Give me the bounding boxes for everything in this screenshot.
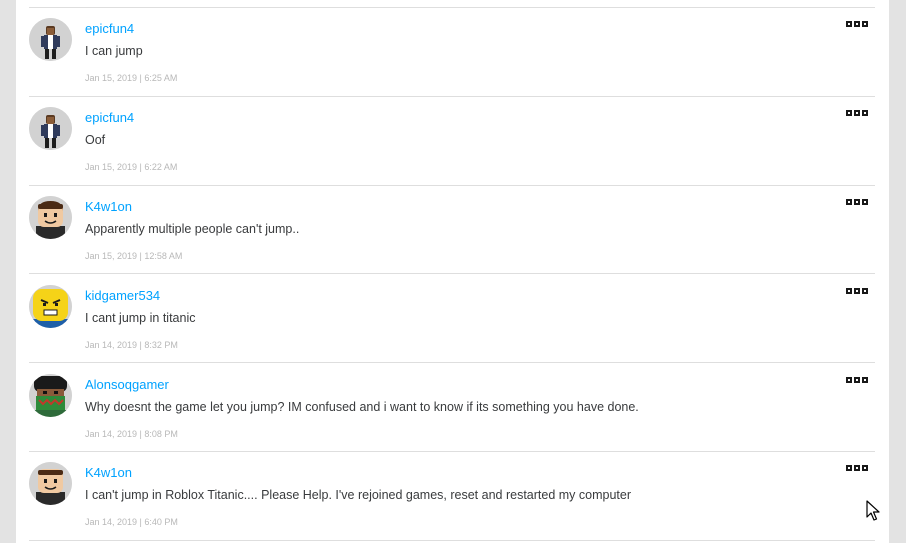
comment-timestamp: Jan 14, 2019 | 8:08 PM	[85, 429, 178, 439]
more-options-icon[interactable]	[846, 110, 870, 118]
comments-panel: epicfun4 I can jump Jan 15, 2019 | 6:25 …	[16, 0, 889, 543]
avatar-k4w1on-icon	[29, 462, 72, 505]
more-options-icon[interactable]	[846, 199, 870, 207]
more-options-icon[interactable]	[846, 21, 870, 29]
avatar[interactable]	[29, 374, 72, 417]
avatar[interactable]	[29, 285, 72, 328]
avatar-alonsoqgamer-icon	[29, 374, 72, 417]
comment-timestamp: Jan 14, 2019 | 6:40 PM	[85, 517, 178, 527]
comment-item: kidgamer534 I cant jump in titanic Jan 1…	[16, 275, 889, 364]
username-link[interactable]: kidgamer534	[85, 288, 160, 303]
comment-item: K4w1on Apparently multiple people can't …	[16, 186, 889, 275]
comment-item: epicfun4 I can jump Jan 15, 2019 | 6:25 …	[16, 8, 889, 97]
comment-timestamp: Jan 15, 2019 | 12:58 AM	[85, 251, 183, 261]
divider	[29, 362, 875, 363]
comment-item: K4w1on I can't jump in Roblox Titanic...…	[16, 452, 889, 541]
comment-item: Alonsoqgamer Why doesnt the game let you…	[16, 364, 889, 453]
avatar[interactable]	[29, 18, 72, 61]
avatar[interactable]	[29, 107, 72, 150]
comment-text: Why doesnt the game let you jump? IM con…	[85, 400, 639, 414]
comment-text: I cant jump in titanic	[85, 311, 196, 325]
comment-text: Oof	[85, 133, 106, 147]
avatar[interactable]	[29, 462, 72, 505]
comment-text: Apparently multiple people can't jump..	[85, 222, 300, 236]
comment-item: epicfun4 Oof Jan 15, 2019 | 6:22 AM	[16, 97, 889, 186]
avatar-epicfun4-icon	[29, 107, 72, 150]
divider	[29, 273, 875, 274]
username-link[interactable]: K4w1on	[85, 465, 132, 480]
divider	[29, 540, 875, 541]
avatar-epicfun4-icon	[29, 18, 72, 61]
more-options-icon[interactable]	[846, 465, 870, 473]
username-link[interactable]: epicfun4	[85, 21, 134, 36]
username-link[interactable]: epicfun4	[85, 110, 134, 125]
comment-timestamp: Jan 15, 2019 | 6:25 AM	[85, 73, 178, 83]
comment-timestamp: Jan 15, 2019 | 6:22 AM	[85, 162, 178, 172]
more-options-icon[interactable]	[846, 288, 870, 296]
username-link[interactable]: Alonsoqgamer	[85, 377, 169, 392]
avatar-k4w1on-icon	[29, 196, 72, 239]
more-options-icon[interactable]	[846, 377, 870, 385]
comment-timestamp: Jan 14, 2019 | 8:32 PM	[85, 340, 178, 350]
avatar-kidgamer534-icon	[29, 285, 72, 328]
comment-text: I can't jump in Roblox Titanic.... Pleas…	[85, 488, 632, 502]
comment-text: I can jump	[85, 44, 143, 58]
username-link[interactable]: K4w1on	[85, 199, 132, 214]
avatar[interactable]	[29, 196, 72, 239]
